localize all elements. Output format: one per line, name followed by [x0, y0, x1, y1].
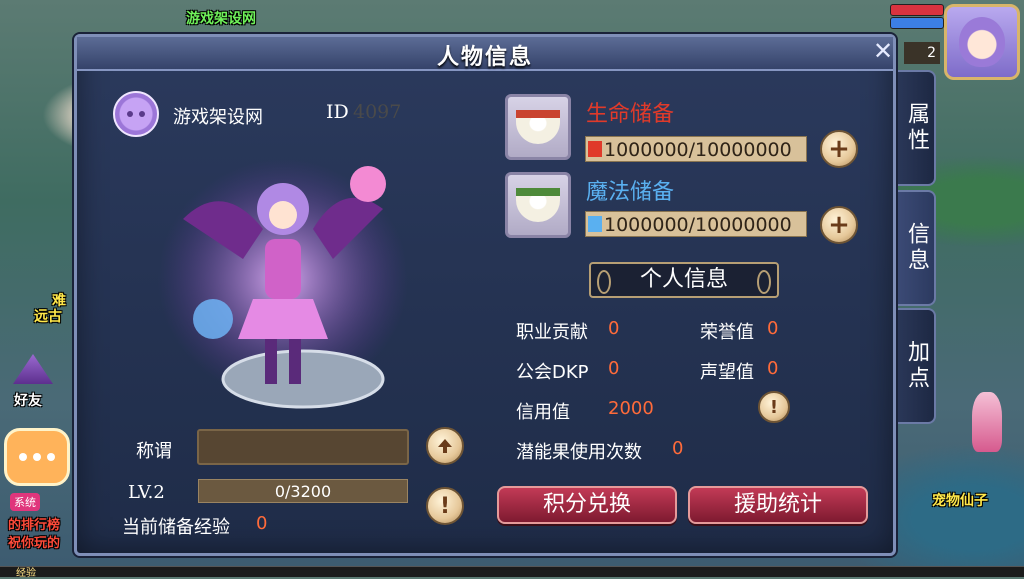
bg-scene-text: 游戏架设网 [186, 11, 256, 27]
level-exp-text: 0/3200 [274, 482, 332, 501]
character-portrait [158, 159, 408, 409]
add-life-reserve-button[interactable]: + [820, 130, 858, 168]
magic-reserve-title: 魔法储备 [586, 180, 675, 205]
stat-label-career-contribution: 职业贡献 [516, 322, 588, 343]
exclamation-icon: ! [769, 396, 779, 418]
chat-dot-icon [47, 453, 55, 461]
points-exchange-button[interactable]: 积分兑换 [497, 486, 677, 524]
system-tag: 系统 [10, 493, 40, 511]
magic-reserve-text: 1000000/10000000 [604, 214, 792, 236]
life-reserve-title: 生命储备 [586, 102, 675, 127]
plus-icon: + [828, 134, 850, 164]
player-id-value: 4097 [353, 101, 402, 123]
pet-fairy-sprite[interactable] [960, 392, 1014, 474]
level-exp-bar: 0/3200 [198, 479, 408, 503]
exp-label: 经验 [16, 568, 36, 579]
close-icon[interactable]: ✕ [870, 39, 896, 65]
life-reserve-text: 1000000/10000000 [604, 139, 792, 161]
stat-value-credit: 2000 [608, 398, 654, 419]
chat-button[interactable] [4, 428, 70, 486]
upload-arrow-icon [438, 439, 452, 453]
title-label: 称谓 [136, 441, 172, 462]
panel-title: 人物信息 [436, 45, 533, 70]
friends-button[interactable]: 好友 [6, 354, 60, 410]
guild-emblem-icon [113, 91, 159, 137]
stat-label-credit: 信用值 [516, 402, 570, 423]
plus-icon: + [828, 210, 850, 240]
magic-reserve-fill [588, 216, 602, 232]
chat-dot-icon [19, 453, 27, 461]
level-label: LV.2 [128, 482, 165, 503]
player-name: 游戏架设网 [173, 107, 263, 128]
experience-strip: 经验 [0, 566, 1024, 579]
stat-value-guild-dkp: 0 [608, 358, 620, 379]
stat-label-guild-dkp: 公会DKP [516, 362, 589, 383]
character-card: 游戏架设网 ID 4097 [103, 79, 473, 435]
player-level-badge: 2 [904, 42, 940, 64]
stat-label-honor: 荣誉值 [700, 322, 754, 343]
chat-message: 祝你玩的 [8, 536, 61, 551]
credit-info-button[interactable]: ! [758, 391, 790, 423]
tab-info[interactable]: 信息 [898, 190, 936, 306]
upload-title-button[interactable] [426, 427, 464, 465]
life-reserve-fill [588, 141, 602, 157]
tab-add-points[interactable]: 加点 [898, 308, 936, 424]
exclamation-icon: ! [439, 493, 451, 519]
stat-label-potential-fruit: 潜能果使用次数 [516, 442, 642, 463]
panel-title-bar: 人物信息 ✕ [77, 37, 893, 71]
stat-value-career-contribution: 0 [608, 318, 620, 339]
stored-exp-label: 当前储备经验 [122, 517, 230, 538]
mp-bar [890, 17, 944, 29]
stat-value-reputation: 0 [767, 358, 779, 379]
chat-message: 的排行榜 [8, 518, 61, 533]
pet-label: 宠物仙子 [932, 493, 988, 509]
magic-reserve-bar: 1000000/10000000 [585, 211, 807, 237]
assist-stats-button[interactable]: 援助统计 [688, 486, 868, 524]
friends-label: 好友 [14, 393, 42, 409]
bg-scene-text: 远古 [34, 309, 62, 325]
hp-bar [890, 4, 944, 16]
title-field[interactable] [197, 429, 409, 465]
personal-info-header: 个人信息 [589, 262, 779, 298]
friends-icon [13, 354, 53, 384]
stat-value-honor: 0 [767, 318, 779, 339]
magic-soup-icon [505, 172, 571, 238]
add-magic-reserve-button[interactable]: + [820, 206, 858, 244]
life-reserve-bar: 1000000/10000000 [585, 136, 807, 162]
player-id-label: ID [326, 101, 349, 123]
life-soup-icon [505, 94, 571, 160]
pet-fairy-icon [972, 392, 1002, 452]
chat-dot-icon [33, 453, 41, 461]
stat-label-reputation: 声望值 [700, 362, 754, 383]
stat-value-potential-fruit: 0 [672, 438, 684, 459]
avatar-portrait-icon [959, 17, 1005, 67]
stored-exp-value: 0 [256, 513, 268, 534]
level-info-button[interactable]: ! [426, 487, 464, 525]
tab-attributes[interactable]: 属性 [898, 70, 936, 186]
player-avatar[interactable] [944, 4, 1020, 80]
